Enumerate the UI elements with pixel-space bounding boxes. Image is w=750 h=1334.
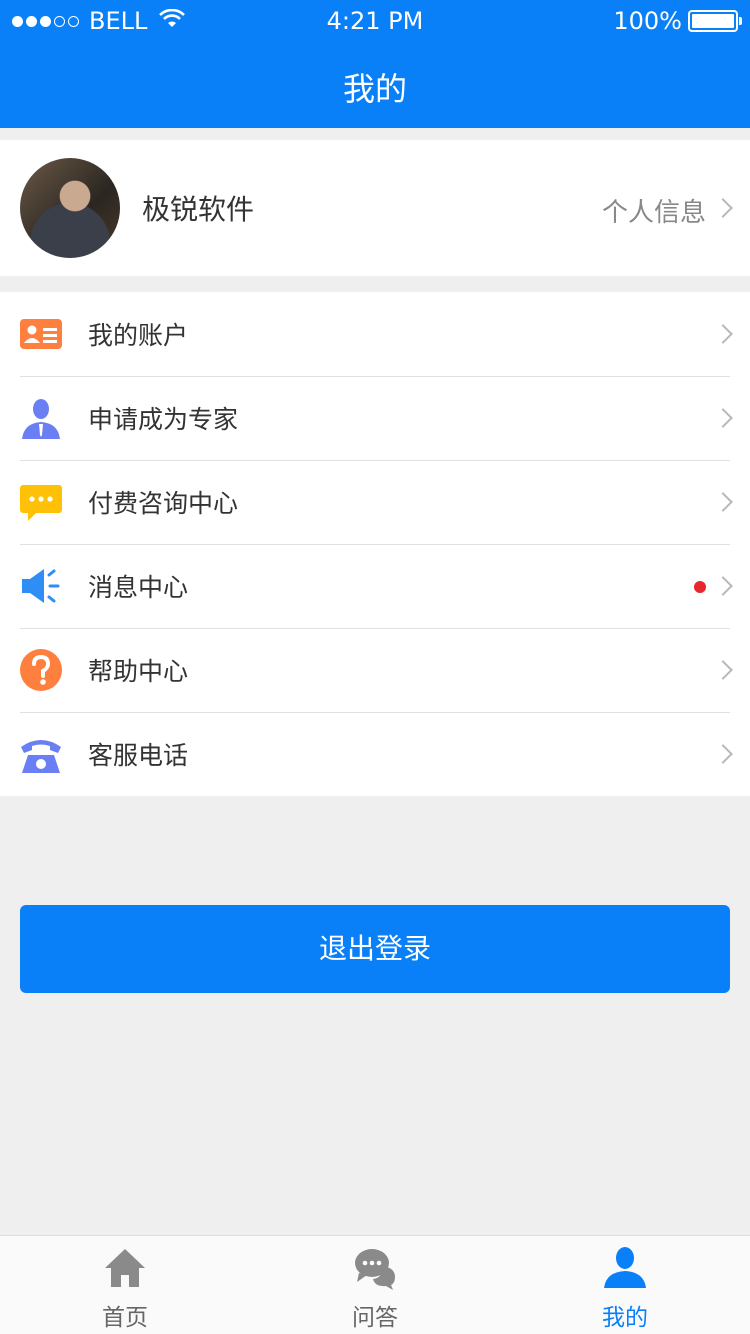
telephone-icon (20, 733, 62, 775)
profile-name: 极锐软件 (142, 193, 255, 226)
menu-item-label: 消息中心 (88, 573, 189, 602)
battery-status: 100% (613, 7, 742, 35)
avatar[interactable] (20, 158, 120, 258)
chevron-right-icon (713, 324, 733, 344)
chevron-right-icon (713, 198, 733, 218)
menu-item-message-center[interactable]: 消息中心 (0, 544, 750, 628)
menu-item-become-expert[interactable]: 申请成为专家 (0, 376, 750, 460)
menu-item-label: 申请成为专家 (88, 405, 239, 434)
menu-item-label: 我的账户 (88, 321, 189, 350)
tab-mine[interactable]: 我的 (500, 1236, 750, 1334)
unread-badge (694, 581, 706, 593)
user-icon (603, 1246, 647, 1290)
menu-item-service-phone[interactable]: 客服电话 (0, 712, 750, 796)
expert-person-icon (20, 397, 62, 439)
menu-item-help-center[interactable]: 帮助中心 (0, 628, 750, 712)
tab-label: 问答 (352, 1305, 398, 1331)
chevron-right-icon (713, 744, 733, 764)
profile-row[interactable]: 极锐软件 个人信息 (0, 140, 750, 276)
question-circle-icon (20, 649, 62, 691)
chevron-right-icon (713, 408, 733, 428)
chevron-right-icon (713, 660, 733, 680)
battery-percent: 100% (613, 7, 682, 35)
tab-home[interactable]: 首页 (0, 1236, 250, 1334)
menu-item-label: 帮助中心 (88, 657, 189, 686)
menu-item-label: 付费咨询中心 (88, 489, 239, 518)
page-title: 我的 (342, 70, 407, 108)
tab-qa[interactable]: 问答 (250, 1236, 500, 1334)
personal-info-link[interactable]: 个人信息 (602, 192, 706, 229)
tab-bar: 首页 问答 我的 (0, 1235, 750, 1334)
chevron-right-icon (713, 576, 733, 596)
menu-item-paid-consult[interactable]: 付费咨询中心 (0, 460, 750, 544)
top-header: BELL 4:21 PM 100% 我的 (0, 0, 750, 128)
id-card-icon (20, 313, 62, 355)
speaker-icon (20, 565, 62, 607)
tab-label: 首页 (102, 1305, 148, 1331)
menu-item-label: 客服电话 (88, 741, 189, 770)
tab-label: 我的 (602, 1305, 648, 1331)
menu-list: 我的账户 申请成为专家 付费咨询中心 消息中心 帮助中心 客服电话 (0, 292, 750, 796)
home-icon (103, 1246, 147, 1290)
status-bar: BELL 4:21 PM 100% (0, 0, 750, 40)
battery-icon (688, 10, 742, 32)
logout-button[interactable]: 退出登录 (20, 905, 730, 993)
chat-bubble-icon (20, 481, 62, 523)
menu-item-my-account[interactable]: 我的账户 (0, 292, 750, 376)
chat-bubbles-icon (353, 1246, 397, 1290)
chevron-right-icon (713, 492, 733, 512)
